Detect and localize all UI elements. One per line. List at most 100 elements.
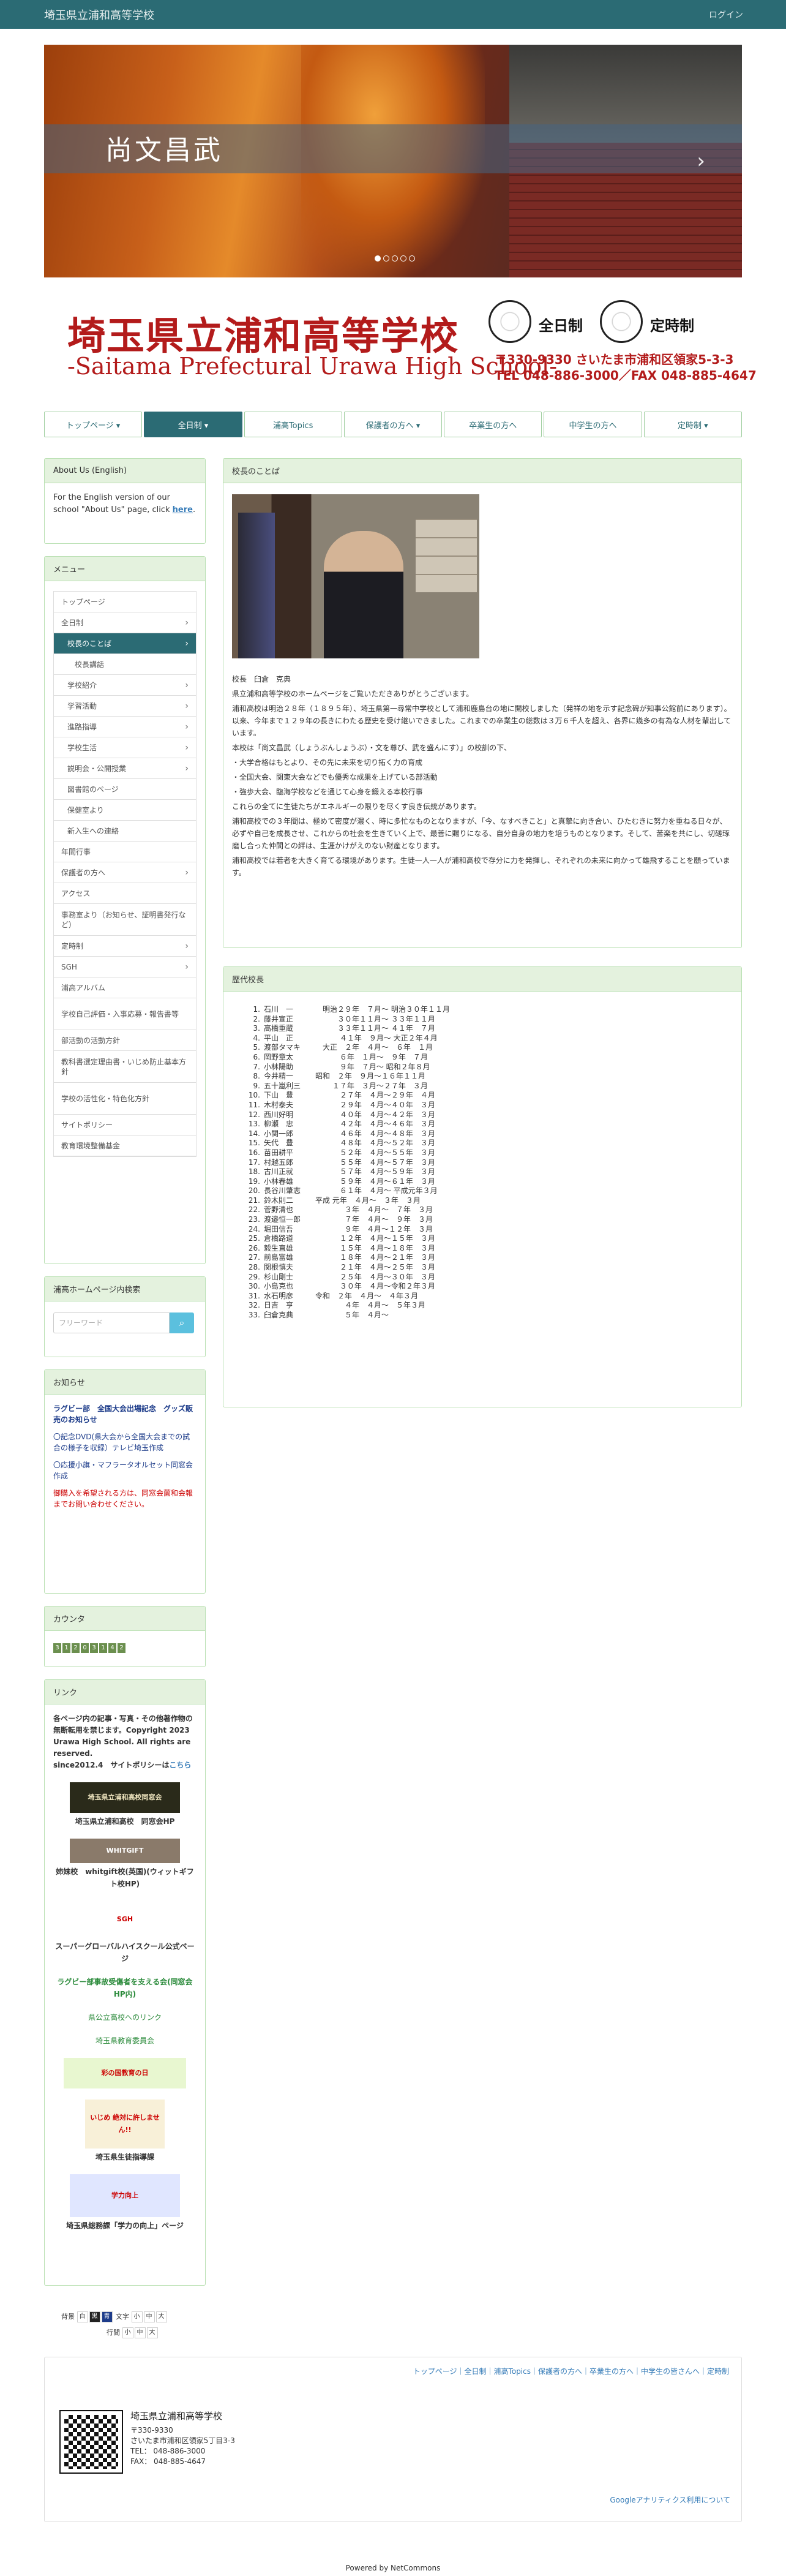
- menu-item[interactable]: 教育環境整備基金: [54, 1135, 196, 1156]
- link-banner-image[interactable]: 学力向上: [70, 2174, 180, 2217]
- link-banner[interactable]: 学力向上埼玉県総務課「学力の向上」ページ: [53, 2174, 196, 2232]
- hero-carousel[interactable]: 尚文昌武 ›: [44, 45, 742, 277]
- site-name[interactable]: 埼玉県立浦和高等学校: [44, 7, 154, 23]
- menu-item[interactable]: 部活動の活動方針: [54, 1030, 196, 1051]
- text-large-button[interactable]: 大: [155, 2311, 167, 2322]
- history-row: 26. 毅生直雄 １５年 ４月～１８年 ３月: [244, 1244, 733, 1254]
- chevron-right-icon[interactable]: ›: [185, 868, 189, 878]
- link-banner-image[interactable]: WHITGIFT: [70, 1839, 180, 1863]
- menu-item[interactable]: 保健室より: [54, 800, 196, 821]
- menu-item[interactable]: 保護者の方へ ›: [54, 862, 196, 883]
- history-entry: 倉橋路道 １２年 ４月～１５年 ３月: [264, 1234, 435, 1243]
- menu-item[interactable]: 校長講話: [54, 654, 196, 675]
- menu-item[interactable]: 学校の活性化・特色化方針: [54, 1083, 196, 1115]
- chevron-right-icon[interactable]: ›: [185, 722, 189, 732]
- link-banner[interactable]: いじめ 絶対に許しません!! 埼玉県生徒指導課: [53, 2100, 196, 2163]
- menu-item[interactable]: 浦高アルバム: [54, 977, 196, 998]
- chevron-right-icon[interactable]: ›: [185, 701, 189, 711]
- about-here-link[interactable]: here: [173, 505, 193, 514]
- menu-item[interactable]: 定時制 ›: [54, 936, 196, 957]
- link-banner-image[interactable]: いじめ 絶対に許しません!!: [85, 2100, 165, 2149]
- carousel-dot[interactable]: [392, 255, 398, 262]
- menu-item[interactable]: 全日制 ›: [54, 612, 196, 633]
- nav-tab[interactable]: 卒業生の方へ: [444, 412, 542, 437]
- nav-tab[interactable]: 定時制 ▾: [643, 412, 742, 437]
- menu-item[interactable]: SGH ›: [54, 957, 196, 977]
- link-banner[interactable]: WHITGIFT 姉妹校 whitgift校(英国)(ウィットギフト校HP): [53, 1839, 196, 1890]
- login-link[interactable]: ログイン: [709, 9, 743, 21]
- chevron-right-icon[interactable]: ›: [185, 962, 189, 972]
- site-policy-link[interactable]: こちら: [169, 1761, 191, 1769]
- line-small-button[interactable]: 小: [122, 2327, 133, 2338]
- menu-item[interactable]: 年間行事: [54, 842, 196, 862]
- line-medium-button[interactable]: 中: [134, 2327, 146, 2338]
- menu-item[interactable]: 学校生活 ›: [54, 737, 196, 758]
- link-label[interactable]: 埼玉県立浦和高校 同窓会HP: [53, 1815, 196, 1828]
- menu-item[interactable]: トップページ: [54, 592, 196, 612]
- menu-item[interactable]: 新入生への連絡: [54, 821, 196, 842]
- menu-item[interactable]: 教科書選定理由書・いじめ防止基本方針: [54, 1051, 196, 1083]
- chevron-right-icon[interactable]: ›: [185, 764, 189, 774]
- chevron-right-icon[interactable]: ›: [185, 941, 189, 951]
- link-banner[interactable]: 埼玉県教育委員会: [53, 2035, 196, 2047]
- link-banner[interactable]: 彩の国教育の日: [53, 2058, 196, 2088]
- principal-paragraph: 本校は「尚文昌武（しょうぶんしょうぶ）・文を尊び、武を盛んにす）」の校訓の下、: [232, 744, 512, 752]
- link-banner[interactable]: SGH スーパーグローバルハイスクール公式ページ: [53, 1901, 196, 1965]
- history-number: 23.: [248, 1215, 260, 1224]
- chevron-right-icon[interactable]: ›: [185, 680, 189, 690]
- menu-item[interactable]: アクセス: [54, 883, 196, 904]
- menu-item[interactable]: 学校紹介 ›: [54, 675, 196, 696]
- bg-white-button[interactable]: 白: [77, 2311, 88, 2322]
- nav-tab[interactable]: 中学生の方へ: [544, 412, 642, 437]
- chevron-right-icon[interactable]: ›: [185, 618, 189, 628]
- search-icon[interactable]: ⌕: [170, 1312, 194, 1333]
- link-banner[interactable]: ラグビー部事故受傷者を支える会(同窓会HP内): [53, 1976, 196, 2000]
- nav-tab[interactable]: トップページ ▾: [44, 412, 143, 437]
- link-banner-image[interactable]: SGH: [100, 1901, 149, 1938]
- text-small-button[interactable]: 小: [131, 2311, 143, 2322]
- link-label[interactable]: 県公立高校へのリンク: [53, 2011, 196, 2024]
- history-number: 20.: [248, 1186, 260, 1196]
- nav-tab[interactable]: 全日制 ▾: [144, 412, 242, 437]
- link-label[interactable]: 埼玉県教育委員会: [53, 2035, 196, 2047]
- carousel-dot[interactable]: [383, 255, 389, 262]
- menu-item[interactable]: 校長のことば ›: [54, 633, 196, 654]
- text-medium-button[interactable]: 中: [143, 2311, 155, 2322]
- menu-item[interactable]: 図書館のページ: [54, 779, 196, 800]
- chevron-right-icon[interactable]: ›: [697, 149, 705, 173]
- search-input[interactable]: フリーワード: [53, 1312, 170, 1333]
- menu-item[interactable]: 学校自己評価・入事応募・報告書等: [54, 998, 196, 1030]
- nav-tab[interactable]: 保護者の方へ ▾: [343, 412, 443, 437]
- link-label[interactable]: 姉妹校 whitgift校(英国)(ウィットギフト校HP): [53, 1866, 196, 1890]
- link-label[interactable]: スーパーグローバルハイスクール公式ページ: [53, 1940, 196, 1965]
- news-item[interactable]: ラグビー部 全国大会出場記念 グッズ販売のお知らせ: [53, 1403, 196, 1425]
- menu-item-label: 学校紹介: [67, 681, 97, 690]
- carousel-dot[interactable]: [409, 255, 415, 262]
- bg-black-button[interactable]: 黒: [89, 2311, 100, 2322]
- bg-blue-button[interactable]: 青: [101, 2311, 113, 2322]
- menu-item[interactable]: 事務室より（お知らせ、証明書発行など）: [54, 904, 196, 936]
- footer-nav[interactable]: トップページ｜全日制｜浦高Topics｜保護者の方へ｜卒業生の方へ｜中学生の皆さ…: [413, 2366, 729, 2376]
- menu-item-label: 学習活動: [67, 702, 97, 710]
- link-label[interactable]: ラグビー部事故受傷者を支える会(同窓会HP内): [53, 1976, 196, 2000]
- line-large-button[interactable]: 大: [146, 2327, 158, 2338]
- menu-item[interactable]: 説明会・公開授業 ›: [54, 758, 196, 779]
- news-item[interactable]: 〇記念DVD(県大会から全国大会までの試合の様子を収録）テレビ埼玉作成: [53, 1431, 196, 1453]
- news-item[interactable]: 〇応援小旗・マフラータオルセット同窓会作成: [53, 1459, 196, 1482]
- nav-tab[interactable]: 浦高Topics: [244, 412, 342, 437]
- bookshelf-icon: [416, 519, 477, 592]
- link-label[interactable]: 埼玉県総務課「学力の向上」ページ: [53, 2220, 196, 2232]
- menu-item[interactable]: 学習活動 ›: [54, 696, 196, 717]
- link-banner-image[interactable]: 彩の国教育の日: [64, 2058, 186, 2088]
- link-banner[interactable]: 埼玉県立浦和高校同窓会埼玉県立浦和高校 同窓会HP: [53, 1782, 196, 1828]
- menu-item[interactable]: 進路指導 ›: [54, 717, 196, 737]
- link-label[interactable]: 埼玉県生徒指導課: [53, 2151, 196, 2163]
- carousel-dot[interactable]: [400, 255, 406, 262]
- chevron-right-icon[interactable]: ›: [185, 743, 189, 753]
- chevron-right-icon[interactable]: ›: [185, 639, 189, 649]
- carousel-dot[interactable]: [375, 255, 381, 262]
- link-banner-image[interactable]: 埼玉県立浦和高校同窓会: [70, 1782, 180, 1813]
- analytics-link[interactable]: Googleアナリティクス利用について: [610, 2495, 730, 2505]
- menu-item[interactable]: サイトポリシー: [54, 1115, 196, 1135]
- link-banner[interactable]: 県公立高校へのリンク: [53, 2011, 196, 2024]
